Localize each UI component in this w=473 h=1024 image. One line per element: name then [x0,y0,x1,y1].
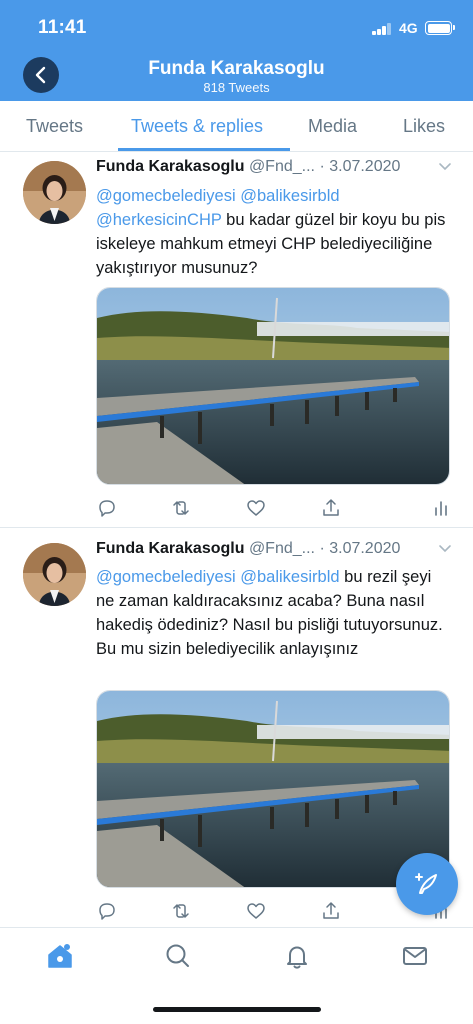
home-indicator [153,1007,321,1012]
avatar[interactable] [23,543,86,606]
network-type: 4G [399,20,418,36]
chevron-down-icon[interactable] [438,160,452,174]
tweet-actions [96,497,452,519]
compose-tweet-icon [415,873,437,894]
retweet-icon[interactable] [170,900,192,922]
mention-link[interactable]: @herkesicinCHP [96,211,222,229]
profile-header: 11:41 4G Funda Karakasoglu 818 Tweets [0,0,473,101]
tweet-text: @gomecbelediyesi @balikesirbld bu rezil … [96,565,452,661]
reply-icon[interactable] [96,497,118,519]
tweet-count: 818 Tweets [203,80,270,95]
tab-tweets[interactable]: Tweets [26,116,83,137]
tweet-header: Funda Karakasoglu @Fnd_... · 3.07.2020 [96,540,456,562]
separator: · [319,540,325,557]
status-bar: 11:41 4G [0,0,473,56]
share-icon[interactable] [320,900,342,922]
battery-icon [425,21,455,35]
author-handle: @Fnd_... [248,158,315,175]
mail-icon[interactable] [400,941,430,971]
home-icon[interactable] [45,941,75,971]
tab-likes[interactable]: Likes [403,116,445,137]
compose-tweet-button[interactable] [396,853,458,915]
chevron-down-icon[interactable] [438,542,452,556]
analytics-icon[interactable] [430,497,452,519]
tweet-actions [96,900,452,922]
tweet-text: @gomecbelediyesi @balikesirbld @herkesic… [96,184,452,280]
tweet-header: Funda Karakasoglu @Fnd_... · 3.07.2020 [96,158,456,180]
reply-icon[interactable] [96,900,118,922]
page-title: Funda Karakasoglu [148,58,325,79]
author-name[interactable]: Funda Karakasoglu [96,540,244,557]
heart-icon[interactable] [245,497,267,519]
tweet-image[interactable] [96,690,450,888]
author-name[interactable]: Funda Karakasoglu [96,158,244,175]
mention-link[interactable]: @gomecbelediyesi [96,187,236,205]
tab-media[interactable]: Media [308,116,357,137]
author-handle: @Fnd_... [248,540,315,557]
active-tab-indicator [118,148,290,151]
retweet-icon[interactable] [170,497,192,519]
profile-tabs: Tweets Tweets & replies Media Likes [0,101,473,152]
tweet-image[interactable] [96,287,450,485]
tweet[interactable]: Funda Karakasoglu @Fnd_... · 3.07.2020 @… [0,152,473,527]
tab-tweets-replies[interactable]: Tweets & replies [131,116,263,137]
search-icon[interactable] [163,941,193,971]
bell-icon[interactable] [282,941,312,971]
heart-icon[interactable] [245,900,267,922]
tweet-divider [0,527,473,528]
cellular-signal-icon [372,23,394,35]
mention-link[interactable]: @balikesirbld [240,187,339,205]
tweet-date: 3.07.2020 [329,158,401,175]
mention-link[interactable]: @balikesirbld [240,568,339,586]
avatar[interactable] [23,161,86,224]
separator: · [319,158,325,175]
share-icon[interactable] [320,497,342,519]
mention-link[interactable]: @gomecbelediyesi [96,568,236,586]
status-time: 11:41 [38,17,87,38]
tweet-date: 3.07.2020 [329,540,401,557]
